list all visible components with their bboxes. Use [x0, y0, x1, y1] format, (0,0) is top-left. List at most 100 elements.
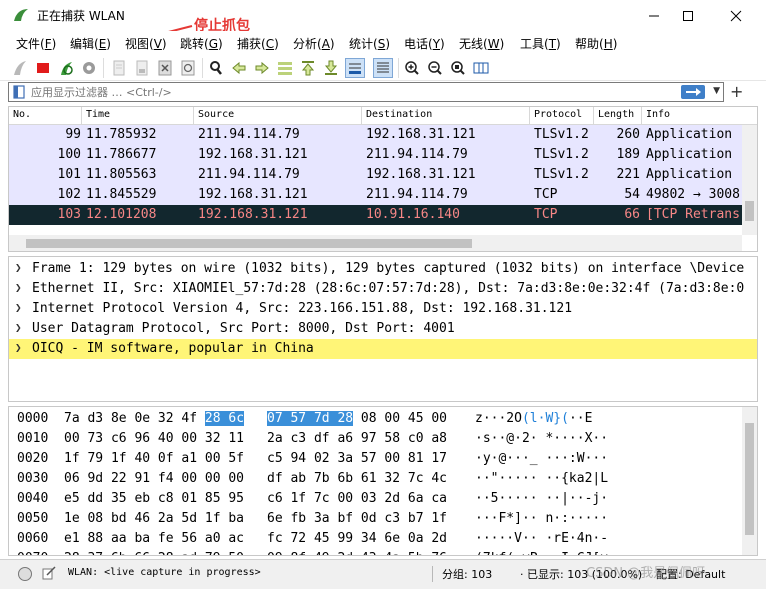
- scrollbar-thumb[interactable]: [745, 423, 754, 535]
- expert-info-icon[interactable]: [18, 567, 32, 581]
- packet-cell-len: 66: [624, 207, 640, 222]
- stop-capture-button[interactable]: [34, 59, 52, 77]
- find-packet-button[interactable]: [207, 59, 225, 77]
- go-back-button[interactable]: [230, 59, 248, 77]
- packet-cell-time: 11.845529: [86, 187, 157, 202]
- column-header-no[interactable]: No.: [13, 109, 31, 120]
- packet-row[interactable]: 103 12.101208 192.168.31.121 10.91.16.140 TC…: [9, 205, 742, 225]
- chevron-right-icon[interactable]: ❯: [15, 341, 22, 354]
- column-header-info[interactable]: Info: [646, 109, 670, 120]
- detail-tree-label: Internet Protocol Version 4, Src: 223.16…: [32, 301, 573, 316]
- packet-cell-src: 211.94.114.79: [198, 167, 300, 182]
- reload-file-button[interactable]: [179, 59, 197, 77]
- close-file-button[interactable]: [156, 59, 174, 77]
- chevron-right-icon[interactable]: ❯: [15, 281, 22, 294]
- maximize-button[interactable]: [666, 0, 710, 31]
- save-file-button[interactable]: [133, 59, 151, 77]
- zoom-in-button[interactable]: [403, 59, 421, 77]
- hex-row[interactable]: 0040 e5 dd 35 eb c8 01 85 95 c6 1f 7c 00 0…: [9, 489, 742, 509]
- packet-list-vertical-scrollbar[interactable]: [742, 125, 757, 235]
- menu-a[interactable]: 分析(A): [293, 35, 335, 52]
- filter-bookmark-icon[interactable]: [12, 85, 26, 99]
- ascii-selected-bytes: (l·W}(: [521, 411, 569, 426]
- menu-g[interactable]: 跳转(G): [180, 35, 223, 52]
- hex-row[interactable]: 0020 1f 79 1f 40 0f a1 00 5f c5 94 02 3a 5…: [9, 449, 742, 469]
- column-separator[interactable]: [593, 107, 594, 125]
- ascii-bytes: ·s··@·2· *····X··: [475, 431, 609, 446]
- column-header-protocol[interactable]: Protocol: [534, 109, 582, 120]
- menu-c[interactable]: 捕获(C): [237, 35, 279, 52]
- chevron-right-icon[interactable]: ❯: [15, 261, 22, 274]
- detail-tree-row[interactable]: ❯ Ethernet II, Src: XIAOMIEl_57:7d:28 (28…: [9, 279, 757, 299]
- column-separator[interactable]: [193, 107, 194, 125]
- zoom-out-button[interactable]: [426, 59, 444, 77]
- go-forward-button[interactable]: [253, 59, 271, 77]
- filter-history-dropdown[interactable]: ▼: [713, 86, 720, 96]
- detail-tree-row[interactable]: ❯ Frame 1: 129 bytes on wire (1032 bits),…: [9, 259, 757, 279]
- packet-row[interactable]: 101 11.805563 211.94.114.79 192.168.31.121 T…: [9, 165, 742, 185]
- close-window-button[interactable]: [714, 0, 758, 31]
- autoscroll-button[interactable]: [345, 58, 365, 78]
- hex-row[interactable]: 0030 06 9d 22 91 f4 00 00 00 df ab 7b 6b 6…: [9, 469, 742, 489]
- menu-h[interactable]: 帮助(H): [575, 35, 617, 52]
- hex-row[interactable]: 0010 00 73 c6 96 40 00 32 11 2a c3 df a6 9…: [9, 429, 742, 449]
- close-file-icon: [158, 60, 172, 76]
- menu-y[interactable]: 电话(Y): [404, 35, 445, 52]
- column-separator[interactable]: [529, 107, 530, 125]
- column-header-source[interactable]: Source: [198, 109, 234, 120]
- scrollbar-thumb[interactable]: [745, 201, 754, 221]
- packet-list-horizontal-scrollbar[interactable]: [9, 235, 742, 251]
- packet-row[interactable]: 99 11.785932 211.94.114.79 192.168.31.121 TL…: [9, 125, 742, 145]
- packet-row[interactable]: 102 11.845529 192.168.31.121 211.94.114.79 T…: [9, 185, 742, 205]
- capture-options-button[interactable]: [80, 59, 98, 77]
- column-separator[interactable]: [81, 107, 82, 125]
- packet-cell-src: 192.168.31.121: [198, 147, 308, 162]
- add-filter-button[interactable]: +: [730, 82, 743, 101]
- column-separator[interactable]: [361, 107, 362, 125]
- chevron-right-icon[interactable]: ❯: [15, 321, 22, 334]
- colorize-button[interactable]: [373, 58, 393, 78]
- open-file-button[interactable]: [110, 59, 128, 77]
- menu-t[interactable]: 工具(T): [520, 35, 561, 52]
- hex-offset: 0050: [17, 511, 49, 526]
- first-packet-button[interactable]: [299, 59, 317, 77]
- detail-tree-row[interactable]: ❯ Internet Protocol Version 4, Src: 223.1…: [9, 299, 757, 319]
- first-packet-icon: [301, 61, 315, 76]
- resize-columns-button[interactable]: [472, 59, 490, 77]
- column-header-time[interactable]: Time: [86, 109, 110, 120]
- apply-filter-button[interactable]: [681, 85, 705, 99]
- hex-row[interactable]: 0050 1e 08 bd 46 2a 5d 1f ba 6e fb 3a bf 0…: [9, 509, 742, 529]
- scrollbar-thumb[interactable]: [26, 239, 472, 248]
- hex-row[interactable]: 0060 e1 88 aa ba fe 56 a0 ac fc 72 45 99 3…: [9, 529, 742, 549]
- hex-offset: 0060: [17, 531, 49, 546]
- menu-e[interactable]: 编辑(E): [70, 35, 111, 52]
- display-filter-input[interactable]: [31, 84, 671, 100]
- column-separator[interactable]: [641, 107, 642, 125]
- start-capture-button[interactable]: [11, 59, 29, 77]
- go-to-packet-button[interactable]: [276, 59, 294, 77]
- menu-v[interactable]: 视图(V): [125, 35, 167, 52]
- packet-cell-no: 99: [65, 127, 81, 142]
- column-header-length[interactable]: Length: [598, 109, 634, 120]
- chevron-right-icon[interactable]: ❯: [15, 301, 22, 314]
- detail-tree-row[interactable]: ❯ User Datagram Protocol, Src Port: 8000,…: [9, 319, 757, 339]
- hex-row[interactable]: 0000 7a d3 8e 0e 32 4f 28 6c 07 57 7d 28 0…: [9, 409, 742, 429]
- ascii-bytes: ·····V·· ·rE·4n·-: [475, 531, 609, 546]
- detail-tree-row[interactable]: ❯ OICQ - IM software, popular in China: [9, 339, 757, 359]
- zoom-out-icon: [428, 61, 442, 75]
- packet-row[interactable]: 100 11.786677 192.168.31.121 211.94.114.79 T…: [9, 145, 742, 165]
- restart-capture-button[interactable]: [57, 59, 75, 77]
- capture-comment-icon[interactable]: [42, 566, 56, 580]
- find-packet-icon: [210, 61, 222, 75]
- menu-f[interactable]: 文件(F): [16, 35, 56, 52]
- menu-w[interactable]: 无线(W): [459, 35, 504, 52]
- packet-cell-time: 12.101208: [86, 207, 157, 222]
- last-packet-button[interactable]: [322, 59, 340, 77]
- menu-s[interactable]: 统计(S): [349, 35, 390, 52]
- packet-bytes-pane: 0000 7a d3 8e 0e 32 4f 28 6c 07 57 7d 28 0…: [8, 406, 758, 556]
- hex-offset: 0020: [17, 451, 49, 466]
- hex-row[interactable]: 0070 28 37 6b 66 28 ad 79 50 09 8f 49 2d 4…: [9, 549, 742, 555]
- bytes-vertical-scrollbar[interactable]: [742, 407, 757, 555]
- column-header-destination[interactable]: Destination: [366, 109, 432, 120]
- normal-size-button[interactable]: [449, 59, 467, 77]
